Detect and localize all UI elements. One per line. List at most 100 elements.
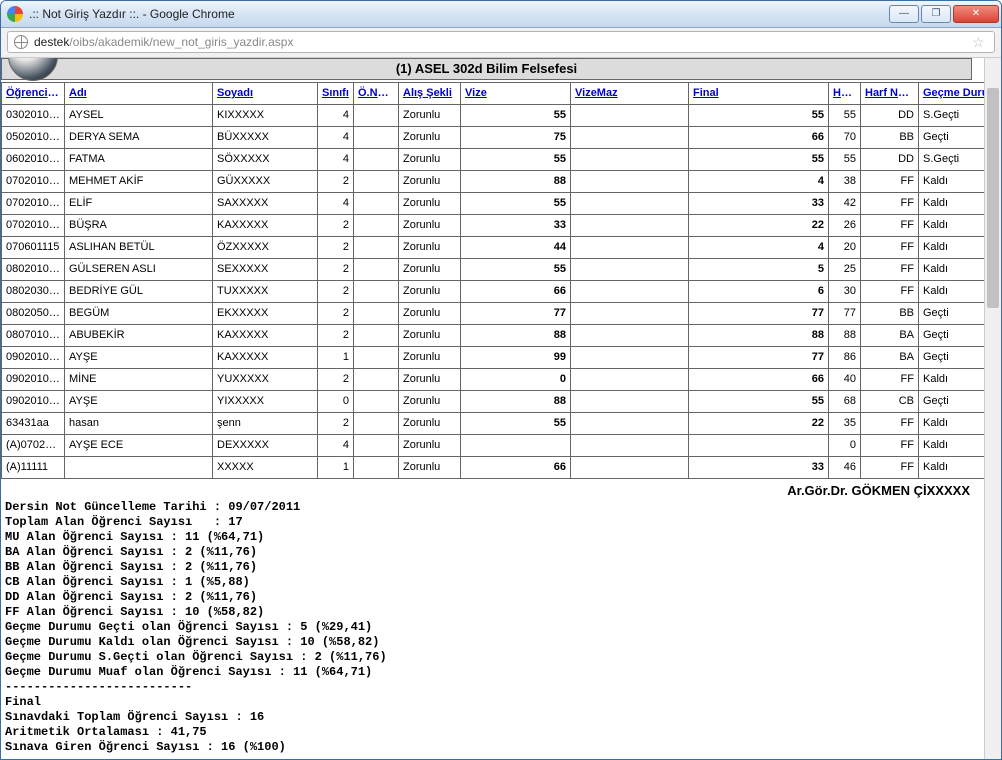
cell-alis-sekli: Zorunlu: [399, 104, 461, 126]
cell-alis-sekli: Zorunlu: [399, 324, 461, 346]
col-final[interactable]: Final: [689, 82, 829, 104]
col-alis-sekli[interactable]: Alış Şekli: [399, 82, 461, 104]
cell-vize-maz: [571, 412, 689, 434]
cell-hbn: 68: [829, 390, 861, 412]
table-row: 090201009MİNEYUXXXXX2Zorunlu06640FFKaldı: [2, 368, 1002, 390]
cell-vize-maz: [571, 192, 689, 214]
cell-vize-maz: [571, 390, 689, 412]
table-row: 070201001MEHMET AKİFGÜXXXXX2Zorunlu88438…: [2, 170, 1002, 192]
col-vize-maz[interactable]: VizeMaz: [571, 82, 689, 104]
cell-onotu: [354, 104, 399, 126]
col-sinifi[interactable]: Sınıfı: [318, 82, 354, 104]
url-host: destek: [34, 35, 69, 49]
cell-adi: AYSEL: [65, 104, 213, 126]
cell-vize: 55: [461, 104, 571, 126]
cell-alis-sekli: Zorunlu: [399, 192, 461, 214]
cell-soyadi: KIXXXXX: [213, 104, 318, 126]
table-row: 030201019AYSELKIXXXXX4Zorunlu555555DDS.G…: [2, 104, 1002, 126]
cell-alis-sekli: Zorunlu: [399, 368, 461, 390]
cell-onotu: [354, 236, 399, 258]
cell-adi: BÜŞRA: [65, 214, 213, 236]
cell-final: 5: [689, 258, 829, 280]
cell-alis-sekli: Zorunlu: [399, 236, 461, 258]
cell-final: 22: [689, 412, 829, 434]
cell-ogrenci-no: 060201014: [2, 148, 65, 170]
cell-onotu: [354, 126, 399, 148]
cell-hbn: 55: [829, 148, 861, 170]
cell-vize-maz: [571, 236, 689, 258]
cell-ogrenci-no: 090201016: [2, 390, 65, 412]
col-harf-notu[interactable]: Harf Notu: [861, 82, 919, 104]
cell-hbn: 35: [829, 412, 861, 434]
col-soyadi[interactable]: Soyadı: [213, 82, 318, 104]
cell-final: 33: [689, 192, 829, 214]
cell-alis-sekli: Zorunlu: [399, 214, 461, 236]
cell-final: [689, 434, 829, 456]
course-header: (1) ASEL 302d Bilim Felsefesi: [1, 58, 972, 80]
table-row: 63431aahasanşenn2Zorunlu552235FFKaldı: [2, 412, 1002, 434]
cell-soyadi: BÜXXXXX: [213, 126, 318, 148]
cell-harf-notu: DD: [861, 104, 919, 126]
cell-adi: DERYA SEMA: [65, 126, 213, 148]
bookmark-star-icon[interactable]: ☆: [972, 34, 988, 50]
cell-sinifi: 2: [318, 280, 354, 302]
col-ogrenci-no[interactable]: Öğrenci No: [2, 82, 65, 104]
cell-onotu: [354, 170, 399, 192]
maximize-button[interactable]: ❐: [921, 5, 951, 23]
cell-ogrenci-no: (A)070201010: [2, 434, 65, 456]
cell-vize-maz: [571, 434, 689, 456]
table-row: (A)11111XXXXX1Zorunlu663346FFKaldı: [2, 456, 1002, 478]
cell-onotu: [354, 280, 399, 302]
cell-hbn: 40: [829, 368, 861, 390]
cell-alis-sekli: Zorunlu: [399, 126, 461, 148]
col-vize[interactable]: Vize: [461, 82, 571, 104]
page-content: (1) ASEL 302d Bilim Felsefesi Öğrenci No…: [1, 58, 1001, 759]
cell-vize: 88: [461, 324, 571, 346]
col-adi[interactable]: Adı: [65, 82, 213, 104]
table-row: 080201008GÜLSEREN ASLISEXXXXX2Zorunlu555…: [2, 258, 1002, 280]
cell-alis-sekli: Zorunlu: [399, 412, 461, 434]
cell-final: 66: [689, 126, 829, 148]
cell-sinifi: 2: [318, 368, 354, 390]
address-bar-row: destek/oibs/akademik/new_not_giris_yazdi…: [1, 28, 1001, 58]
cell-adi: [65, 456, 213, 478]
table-row: 070201007BÜŞRAKAXXXXX2Zorunlu332226FFKal…: [2, 214, 1002, 236]
cell-ogrenci-no: 63431aa: [2, 412, 65, 434]
vertical-scrollbar[interactable]: [984, 58, 1001, 759]
cell-onotu: [354, 346, 399, 368]
scrollbar-thumb[interactable]: [987, 88, 999, 308]
cell-alis-sekli: Zorunlu: [399, 390, 461, 412]
minimize-button[interactable]: —: [889, 5, 919, 23]
cell-harf-notu: BA: [861, 346, 919, 368]
browser-window: .:: Not Giriş Yazdır ::. - Google Chrome…: [0, 0, 1002, 760]
col-onotu[interactable]: Ö.Notu: [354, 82, 399, 104]
cell-hbn: 88: [829, 324, 861, 346]
cell-ogrenci-no: 050201012: [2, 126, 65, 148]
close-button[interactable]: ✕: [953, 5, 999, 23]
cell-hbn: 26: [829, 214, 861, 236]
cell-soyadi: TUXXXXX: [213, 280, 318, 302]
cell-ogrenci-no: 070201001: [2, 170, 65, 192]
col-hbn[interactable]: HBN: [829, 82, 861, 104]
cell-vize-maz: [571, 214, 689, 236]
cell-final: 66: [689, 368, 829, 390]
table-row: (A)070201010AYŞE ECEDEXXXXX4Zorunlu0FFKa…: [2, 434, 1002, 456]
cell-soyadi: EKXXXXX: [213, 302, 318, 324]
cell-adi: ABUBEKİR: [65, 324, 213, 346]
cell-onotu: [354, 214, 399, 236]
cell-sinifi: 2: [318, 236, 354, 258]
cell-ogrenci-no: 080205019: [2, 302, 65, 324]
cell-onotu: [354, 368, 399, 390]
window-titlebar: .:: Not Giriş Yazdır ::. - Google Chrome…: [1, 1, 1001, 28]
instructor-name: Ar.Gör.Dr. GÖKMEN ÇİXXXXX: [1, 479, 984, 500]
address-bar[interactable]: destek/oibs/akademik/new_not_giris_yazdi…: [7, 31, 995, 53]
cell-hbn: 46: [829, 456, 861, 478]
cell-vize: 44: [461, 236, 571, 258]
globe-icon: [14, 35, 28, 49]
cell-final: 88: [689, 324, 829, 346]
cell-harf-notu: FF: [861, 258, 919, 280]
cell-ogrenci-no: 070201003: [2, 192, 65, 214]
cell-ogrenci-no: 080201008: [2, 258, 65, 280]
logo-orb-icon: [8, 58, 58, 81]
cell-final: 55: [689, 148, 829, 170]
